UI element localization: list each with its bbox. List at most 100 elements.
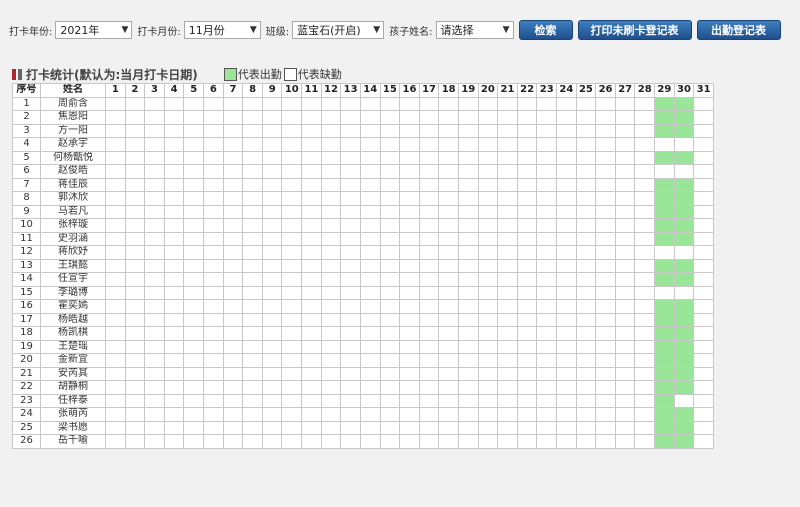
day-cell [418, 245, 440, 260]
day-cell [477, 191, 499, 206]
day-cell [399, 299, 420, 314]
day-cell [261, 312, 283, 327]
child-select[interactable]: 请选择 ▼ [435, 21, 514, 39]
day-cell [516, 393, 538, 408]
day-cell [575, 407, 597, 422]
day-cell [261, 380, 283, 395]
day-cell [399, 380, 420, 395]
day-cell [301, 191, 322, 206]
day-cell [340, 231, 361, 246]
day-cell [693, 272, 714, 287]
day-cell [516, 272, 538, 287]
header-day-20: 20 [477, 83, 499, 98]
day-cell [516, 285, 538, 300]
day-cell [320, 204, 342, 219]
day-cell [222, 150, 244, 165]
day-cell [634, 204, 656, 219]
day-cell [575, 218, 597, 233]
day-cell [183, 164, 205, 179]
day-cell [203, 150, 224, 165]
day-cell [418, 285, 440, 300]
day-cell [536, 353, 558, 368]
class-select[interactable]: 蓝宝石(开启) ▼ [292, 21, 385, 39]
day-cell [457, 339, 479, 354]
day-cell [105, 380, 126, 395]
day-cell [418, 137, 440, 152]
day-cell [163, 96, 185, 111]
header-day-17: 17 [418, 83, 440, 98]
day-cell [301, 258, 322, 273]
day-cell-present [654, 177, 675, 192]
day-cell-present [673, 380, 695, 395]
table-row: 4 赵承宇 [12, 137, 714, 152]
day-cell [261, 110, 283, 125]
day-cell [163, 380, 185, 395]
header-day-12: 12 [320, 83, 342, 98]
day-cell [242, 272, 263, 287]
day-cell [105, 272, 126, 287]
row-name: 金新宜 [40, 353, 106, 368]
day-cell [457, 123, 479, 138]
day-cell [183, 150, 205, 165]
attendance-sheet-button[interactable]: 出勤登记表 [696, 20, 781, 40]
day-cell [183, 245, 205, 260]
day-cell [516, 218, 538, 233]
day-cell [418, 231, 440, 246]
year-select[interactable]: 2021年 ▼ [55, 21, 133, 39]
day-cell [595, 272, 616, 287]
day-cell [320, 366, 342, 381]
day-cell [418, 204, 440, 219]
header-day-27: 27 [614, 83, 636, 98]
day-cell [379, 326, 401, 341]
day-cell [457, 231, 479, 246]
day-cell [144, 177, 165, 192]
day-cell [340, 285, 361, 300]
day-cell [457, 434, 479, 449]
day-cell [418, 110, 440, 125]
print-unclocked-button[interactable]: 打印未刷卡登记表 [577, 20, 692, 40]
day-cell [418, 407, 440, 422]
day-cell [203, 285, 224, 300]
day-cell [261, 258, 283, 273]
row-index: 23 [12, 393, 41, 408]
day-cell [595, 245, 616, 260]
day-cell [418, 353, 440, 368]
day-cell [418, 177, 440, 192]
day-cell [359, 326, 381, 341]
day-cell [242, 407, 263, 422]
day-cell [516, 339, 538, 354]
day-cell [693, 299, 714, 314]
day-cell [301, 420, 322, 435]
day-cell [614, 245, 636, 260]
day-cell [536, 434, 558, 449]
month-select[interactable]: 11月份 ▼ [183, 21, 261, 39]
day-cell [516, 123, 538, 138]
day-cell [222, 272, 244, 287]
day-cell [340, 366, 361, 381]
day-cell [340, 434, 361, 449]
day-cell [242, 380, 263, 395]
day-cell [516, 380, 538, 395]
day-cell [595, 110, 616, 125]
day-cell [242, 177, 263, 192]
day-cell [301, 245, 322, 260]
day-cell [222, 326, 244, 341]
day-cell [614, 231, 636, 246]
day-cell [261, 407, 283, 422]
day-cell [379, 137, 401, 152]
day-cell [144, 272, 165, 287]
day-cell [379, 96, 401, 111]
day-cell [438, 339, 459, 354]
day-cell [575, 393, 597, 408]
day-cell [418, 339, 440, 354]
day-cell [144, 434, 165, 449]
row-index: 7 [12, 177, 41, 192]
day-cell [163, 393, 185, 408]
day-cell [222, 366, 244, 381]
day-cell [614, 339, 636, 354]
search-button[interactable]: 检索 [518, 20, 573, 40]
day-cell-present [654, 258, 675, 273]
day-cell [359, 218, 381, 233]
day-cell [242, 191, 263, 206]
day-cell [105, 164, 126, 179]
